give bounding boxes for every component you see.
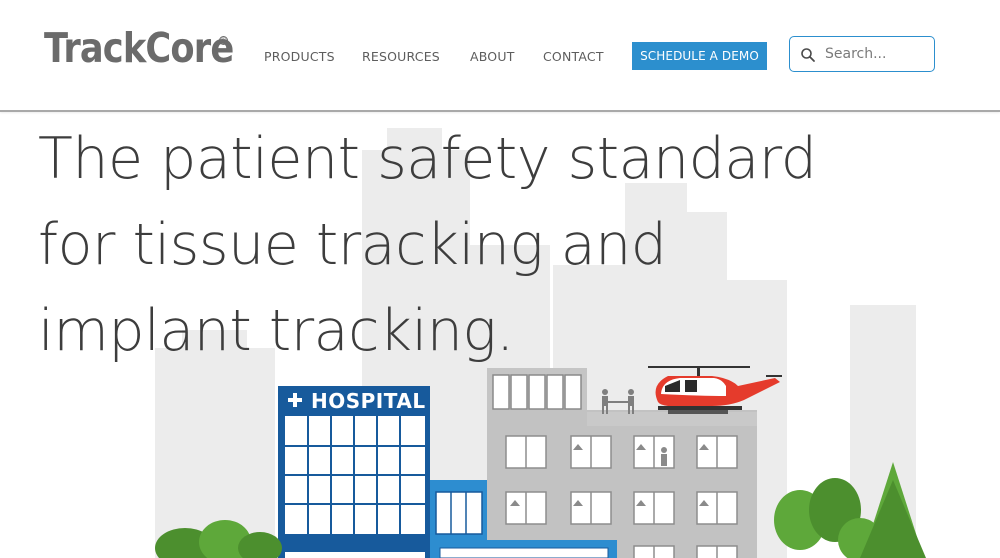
headline-line-2: for tissue tracking and <box>38 212 667 278</box>
nav-item-contact[interactable]: CONTACT <box>543 49 604 64</box>
search-input[interactable] <box>825 44 925 64</box>
nav-item-about[interactable]: ABOUT <box>470 49 515 64</box>
nav-item-products[interactable]: PRODUCTS <box>264 49 335 64</box>
nav-item-resources[interactable]: RESOURCES <box>362 49 440 64</box>
trackcore-logo[interactable]: TrackCore <box>44 24 234 72</box>
headline-line-3: implant tracking. <box>38 298 514 364</box>
headline-line-1: The patient safety standard <box>38 126 817 192</box>
hospital-sign: HOSPITAL <box>311 389 426 413</box>
search-box <box>789 36 935 72</box>
hero-headline: The patient safety standard for tissue t… <box>38 116 817 374</box>
search-icon[interactable] <box>800 47 816 63</box>
registered-mark: ® <box>219 36 228 45</box>
site-header: TrackCore ® PRODUCTS RESOURCES ABOUT CON… <box>0 0 1000 112</box>
schedule-demo-button[interactable]: SCHEDULE A DEMO <box>632 42 767 70</box>
